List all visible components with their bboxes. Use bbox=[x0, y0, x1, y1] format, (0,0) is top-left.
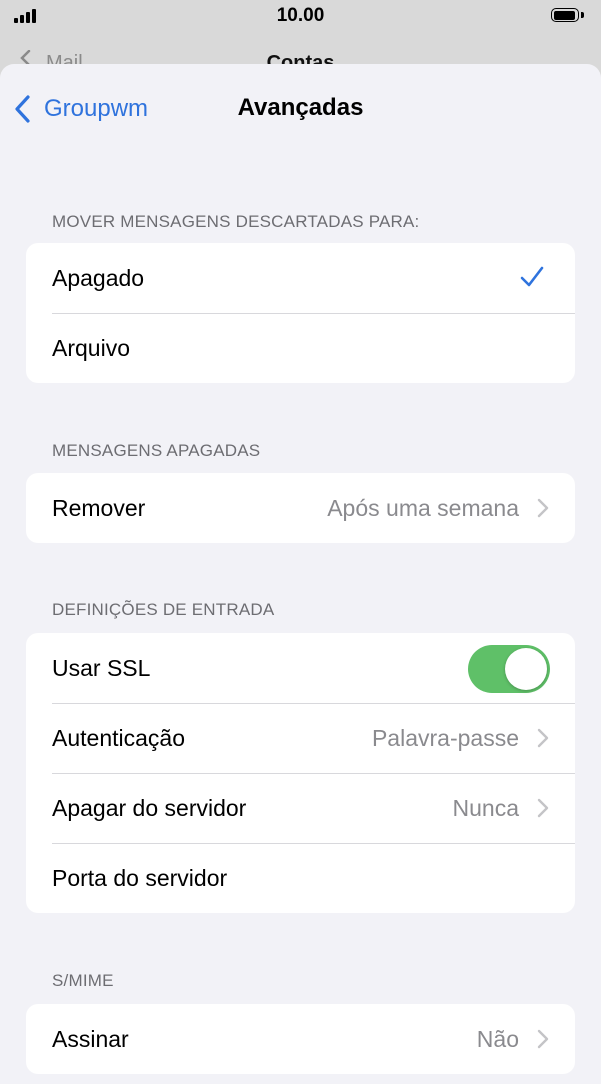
sign-label: Assinar bbox=[52, 1026, 129, 1052]
auth-value: Palavra-passe bbox=[371, 725, 519, 751]
section-header-move: MOVER MENSAGENS DESCARTADAS PARA: bbox=[52, 212, 420, 231]
server-port-label: Porta do servidor bbox=[52, 865, 228, 891]
delete-server-row[interactable]: Apagar do servidor Nunca bbox=[26, 773, 575, 843]
remove-row[interactable]: Remover Após uma semana bbox=[26, 473, 575, 543]
option-arquivo[interactable]: Arquivo bbox=[26, 313, 575, 383]
auth-row[interactable]: Autenticação Palavra-passe bbox=[26, 703, 575, 773]
battery-icon bbox=[551, 8, 585, 24]
option-label: Arquivo bbox=[52, 335, 130, 361]
remove-label: Remover bbox=[52, 495, 146, 521]
chevron-right-icon bbox=[537, 498, 549, 518]
incoming-group: Usar SSL Autenticação Palavra-passe Apag… bbox=[26, 633, 575, 913]
server-port-row[interactable]: Porta do servidor bbox=[26, 843, 575, 913]
status-bar: 10.00 bbox=[0, 0, 601, 34]
move-options-group: Apagado Arquivo bbox=[26, 243, 575, 383]
chevron-right-icon bbox=[537, 798, 549, 818]
status-time: 10.00 bbox=[276, 5, 325, 26]
section-header-smime: S/MIME bbox=[52, 971, 114, 990]
settings-sheet: Groupwm Avançadas MOVER MENSAGENS DESCAR… bbox=[0, 64, 601, 1084]
checkmark-icon bbox=[520, 266, 544, 287]
ssl-toggle[interactable] bbox=[468, 645, 550, 693]
smime-group: Assinar Não bbox=[26, 1004, 575, 1074]
section-header-deleted: MENSAGENS APAGADAS bbox=[52, 441, 261, 460]
chevron-right-icon bbox=[537, 728, 549, 748]
ssl-row: Usar SSL bbox=[26, 633, 575, 703]
auth-label: Autenticação bbox=[52, 725, 185, 751]
delete-server-value: Nunca bbox=[452, 795, 519, 821]
option-label: Apagado bbox=[52, 265, 145, 291]
option-apagado[interactable]: Apagado bbox=[26, 243, 575, 313]
remove-value: Após uma semana bbox=[327, 495, 519, 521]
ssl-label: Usar SSL bbox=[52, 655, 151, 681]
nav-bar: Groupwm Avançadas bbox=[0, 64, 601, 154]
deleted-group: Remover Após uma semana bbox=[26, 473, 575, 543]
delete-server-label: Apagar do servidor bbox=[52, 795, 247, 821]
sign-row[interactable]: Assinar Não bbox=[26, 1004, 575, 1074]
section-header-incoming: DEFINIÇÕES DE ENTRADA bbox=[52, 600, 275, 619]
page-title: Avançadas bbox=[237, 94, 364, 121]
sign-value: Não bbox=[476, 1026, 519, 1052]
chevron-right-icon bbox=[537, 1029, 549, 1049]
